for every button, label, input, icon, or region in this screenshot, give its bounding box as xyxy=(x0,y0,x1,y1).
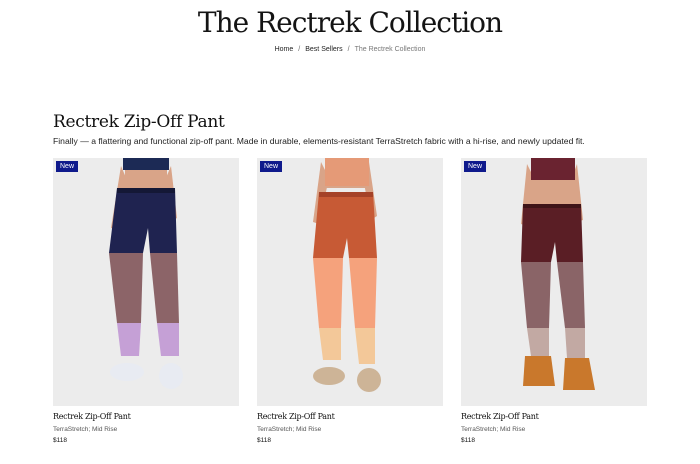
breadcrumb-current: The Rectrek Collection xyxy=(354,46,426,53)
collection-heading: Rectrek Zip-Off Pant xyxy=(53,112,225,132)
new-badge: New xyxy=(464,161,487,172)
new-badge: New xyxy=(260,161,283,172)
breadcrumb: Home / Best Sellers / The Rectrek Collection xyxy=(0,46,700,53)
breadcrumb-separator: / xyxy=(347,46,350,53)
breadcrumb-separator: / xyxy=(298,46,301,53)
product-price: $118 xyxy=(53,437,67,444)
new-badge: New xyxy=(56,161,79,172)
product-price: $118 xyxy=(461,437,475,444)
product-card[interactable]: New Rectrek Zip-Off Pant TerraStretch; M… xyxy=(257,158,443,444)
product-name[interactable]: Rectrek Zip-Off Pant xyxy=(257,412,335,421)
collection-page-title: The Rectrek Collection xyxy=(197,6,503,39)
product-image[interactable]: New xyxy=(461,158,647,406)
breadcrumb-best-sellers-link[interactable]: Best Sellers xyxy=(305,46,342,53)
product-name[interactable]: Rectrek Zip-Off Pant xyxy=(53,412,131,421)
product-price: $118 xyxy=(257,437,271,444)
product-subtitle: TerraStretch; Mid Rise xyxy=(53,426,118,433)
product-image[interactable]: New xyxy=(53,158,239,406)
product-card[interactable]: New Rectrek Zip-Off Pant TerraStretch; M… xyxy=(53,158,239,444)
product-subtitle: TerraStretch; Mid Rise xyxy=(257,426,322,433)
breadcrumb-home-link[interactable]: Home xyxy=(275,46,294,53)
product-image[interactable]: New xyxy=(257,158,443,406)
product-name[interactable]: Rectrek Zip-Off Pant xyxy=(461,412,539,421)
collection-description: Finally — a flattering and functional zi… xyxy=(53,136,585,146)
product-card[interactable]: New Rectrek Zip-Off Pant TerraStretch; M… xyxy=(461,158,647,444)
product-subtitle: TerraStretch; Mid Rise xyxy=(461,426,526,433)
